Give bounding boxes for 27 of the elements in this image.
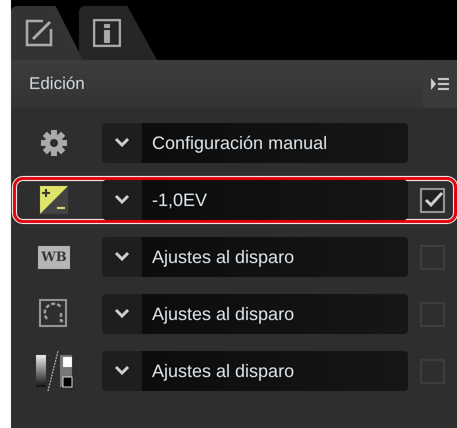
exposure-compensation-icon — [40, 186, 68, 214]
dropdown-button[interactable] — [102, 294, 142, 334]
tone-icon — [34, 349, 74, 393]
info-icon — [93, 19, 121, 47]
chevron-down-icon — [114, 194, 130, 206]
wb-label-icon: WB — [38, 246, 70, 268]
setting-value[interactable]: Ajustes al disparo — [142, 237, 408, 277]
chevron-down-icon — [114, 365, 130, 377]
dropdown-button[interactable] — [102, 237, 142, 277]
dropdown-button[interactable] — [102, 351, 142, 391]
panel-title: Edición — [28, 74, 85, 94]
picture-control-icon — [39, 299, 69, 329]
setting-value[interactable]: -1,0EV — [142, 180, 408, 220]
panel-tab[interactable] — [11, 6, 83, 60]
chevron-down-icon — [114, 251, 130, 263]
panel-tab[interactable] — [79, 6, 157, 60]
menu-icon — [431, 77, 449, 91]
checkbox[interactable] — [420, 188, 445, 212]
chevron-down-icon — [114, 137, 130, 149]
chevron-down-icon — [114, 308, 130, 320]
pencil-icon — [25, 19, 53, 47]
setting-value[interactable]: Ajustes al disparo — [142, 294, 408, 334]
setting-value[interactable]: Configuración manual — [142, 123, 408, 163]
dropdown-button[interactable] — [102, 123, 142, 163]
setting-value[interactable]: Ajustes al disparo — [142, 351, 408, 391]
gear-icon — [40, 129, 68, 157]
dropdown-button[interactable] — [102, 180, 142, 220]
